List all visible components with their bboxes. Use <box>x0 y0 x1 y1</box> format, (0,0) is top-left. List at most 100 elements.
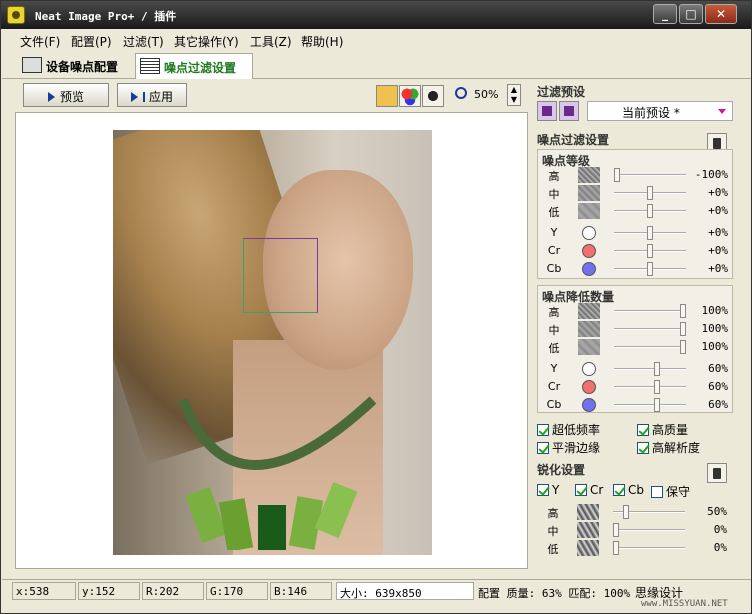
reset-sharpen-trash-icon[interactable] <box>707 463 727 483</box>
menu-help[interactable]: 帮助(H) <box>301 33 343 50</box>
noise-reduction-slider[interactable] <box>614 386 686 388</box>
play-icon <box>130 92 138 102</box>
noise-reduction-slider[interactable] <box>614 346 686 348</box>
noise-reduction-row: 中 100% <box>538 320 734 338</box>
noise-reduction-slider-thumb[interactable] <box>680 340 686 354</box>
option-checkbox[interactable]: 高解析度 <box>637 439 700 455</box>
checkbox-box[interactable] <box>537 442 549 454</box>
noise-reduction-slider[interactable] <box>614 310 686 312</box>
noise-level-row-label: Cr <box>547 244 561 257</box>
noise-reduction-slider-thumb[interactable] <box>680 322 686 336</box>
noise-level-slider[interactable] <box>614 174 686 176</box>
sharpen-row-label: 低 <box>547 543 559 556</box>
frequency-texture-icon <box>578 185 600 201</box>
apply-button[interactable]: 应用 <box>117 83 187 107</box>
sharpen-slider-thumb[interactable] <box>613 523 619 537</box>
settings-panel: 过滤预设 当前预设 * 噪点过滤设置 噪点等级 高 -100% 中 +0% 低 +0% Y +… <box>531 81 737 571</box>
preset-dropdown[interactable]: 当前预设 * <box>587 101 733 121</box>
app-icon[interactable] <box>7 6 25 24</box>
noise-level-slider-thumb[interactable] <box>647 186 653 200</box>
noise-reduction-row: Cr 60% <box>538 378 734 396</box>
noise-level-row: 低 +0% <box>538 202 734 220</box>
noise-level-slider-thumb[interactable] <box>647 244 653 258</box>
tab-device-noise-profile[interactable]: 设备噪点配置 <box>18 53 134 79</box>
option-checkbox[interactable]: Cr <box>575 483 603 499</box>
checkbox-box[interactable] <box>613 484 625 496</box>
sharpen-slider[interactable] <box>613 529 685 531</box>
tab-label: 噪点过滤设置 <box>164 61 237 75</box>
option-checkbox[interactable]: 保守 <box>651 483 690 499</box>
noise-level-slider-thumb[interactable] <box>647 226 653 240</box>
zoom-level: 50% <box>474 88 499 101</box>
noise-reduction-slider-thumb[interactable] <box>653 380 660 394</box>
checkbox-box[interactable] <box>537 484 549 496</box>
maximize-button[interactable]: □ <box>679 4 703 24</box>
noise-reduction-slider-thumb[interactable] <box>680 304 686 318</box>
checkbox-box[interactable] <box>637 424 649 436</box>
checkbox-box[interactable] <box>537 424 549 436</box>
sharpen-slider[interactable] <box>613 547 685 549</box>
noise-level-row-label: Cb <box>546 262 562 275</box>
noise-level-slider-thumb[interactable] <box>647 204 653 218</box>
status-g: G:170 <box>206 582 268 600</box>
layers-icon[interactable] <box>376 85 398 107</box>
noise-reduction-slider-thumb[interactable] <box>653 362 660 376</box>
noise-level-row-label: 低 <box>548 206 560 219</box>
close-button[interactable]: ✕ <box>705 4 737 24</box>
noise-reduction-slider[interactable] <box>614 404 686 406</box>
noise-reduction-slider[interactable] <box>614 368 686 370</box>
noise-level-value: +0% <box>708 226 728 239</box>
preview-label: 预览 <box>59 90 84 104</box>
menu-profile[interactable]: 配置(P) <box>71 33 112 50</box>
noise-level-slider-thumb[interactable] <box>647 262 653 276</box>
brightness-icon[interactable] <box>422 85 444 107</box>
status-profile: 配置 质量: 63% 匹配: 100% <box>478 587 631 600</box>
menu-tools[interactable]: 工具(Z) <box>250 33 292 50</box>
menu-filter[interactable]: 过滤(T) <box>123 33 164 50</box>
checkbox-label: 保守 <box>666 485 691 499</box>
sharpen-group: 高 50% 中 0% 低 0% <box>537 503 733 561</box>
image-preview-area[interactable] <box>15 112 528 569</box>
sharpen-row-label: 高 <box>547 507 559 520</box>
noise-reduction-slider[interactable] <box>614 328 686 330</box>
apply-label: 应用 <box>148 90 173 104</box>
noise-reduction-row-label: Cb <box>546 398 562 411</box>
sharpen-slider-thumb[interactable] <box>613 541 619 555</box>
tab-noise-filter-settings[interactable]: 噪点过滤设置 <box>135 53 253 79</box>
color-channels-icon[interactable] <box>399 85 421 107</box>
necklace-graphic <box>178 396 377 550</box>
checkbox-box[interactable] <box>637 442 649 454</box>
noise-level-row-label: Y <box>550 226 558 239</box>
noise-level-value: +0% <box>708 204 728 217</box>
noise-reduction-row: Cb 60% <box>538 396 734 414</box>
noise-level-value: -100% <box>694 168 728 181</box>
sharpen-slider-thumb[interactable] <box>622 505 629 519</box>
preview-button[interactable]: 预览 <box>23 83 109 107</box>
noise-level-slider-thumb[interactable] <box>614 168 620 182</box>
noise-reduction-slider-thumb[interactable] <box>653 398 660 412</box>
sharpen-row-label: 中 <box>547 525 559 538</box>
option-checkbox[interactable]: Y <box>537 483 559 499</box>
zoom-spinner[interactable]: ▲ ▼ <box>507 84 521 106</box>
checkbox-box[interactable] <box>575 484 587 496</box>
minimize-button[interactable]: _ <box>653 4 677 24</box>
checkbox-box[interactable] <box>651 486 663 498</box>
noise-reduction-value: 100% <box>701 304 729 317</box>
option-checkbox[interactable]: 高质量 <box>637 421 688 437</box>
option-checkbox[interactable]: 平滑边缘 <box>537 439 600 455</box>
checkbox-label: Cr <box>590 483 604 497</box>
menu-file[interactable]: 文件(F) <box>20 33 60 50</box>
option-checkbox[interactable]: 超低频率 <box>537 421 600 437</box>
menu-other[interactable]: 其它操作(Y) <box>174 33 239 50</box>
load-preset-icon[interactable] <box>537 101 557 121</box>
option-checkbox[interactable]: Cb <box>613 483 644 499</box>
noise-level-row: 中 +0% <box>538 184 734 202</box>
preview-photo[interactable] <box>113 130 432 555</box>
sample-area-selection[interactable] <box>243 238 318 313</box>
noise-level-row-label: 中 <box>548 188 560 201</box>
save-preset-icon[interactable] <box>559 101 579 121</box>
noise-level-row: Cr +0% <box>538 242 734 260</box>
status-bar: x:538 y:152 R:202 G:170 B:146 大小: 639x85… <box>2 579 751 601</box>
zoom-icon[interactable] <box>455 87 467 99</box>
sharpen-row: 低 0% <box>537 539 733 557</box>
